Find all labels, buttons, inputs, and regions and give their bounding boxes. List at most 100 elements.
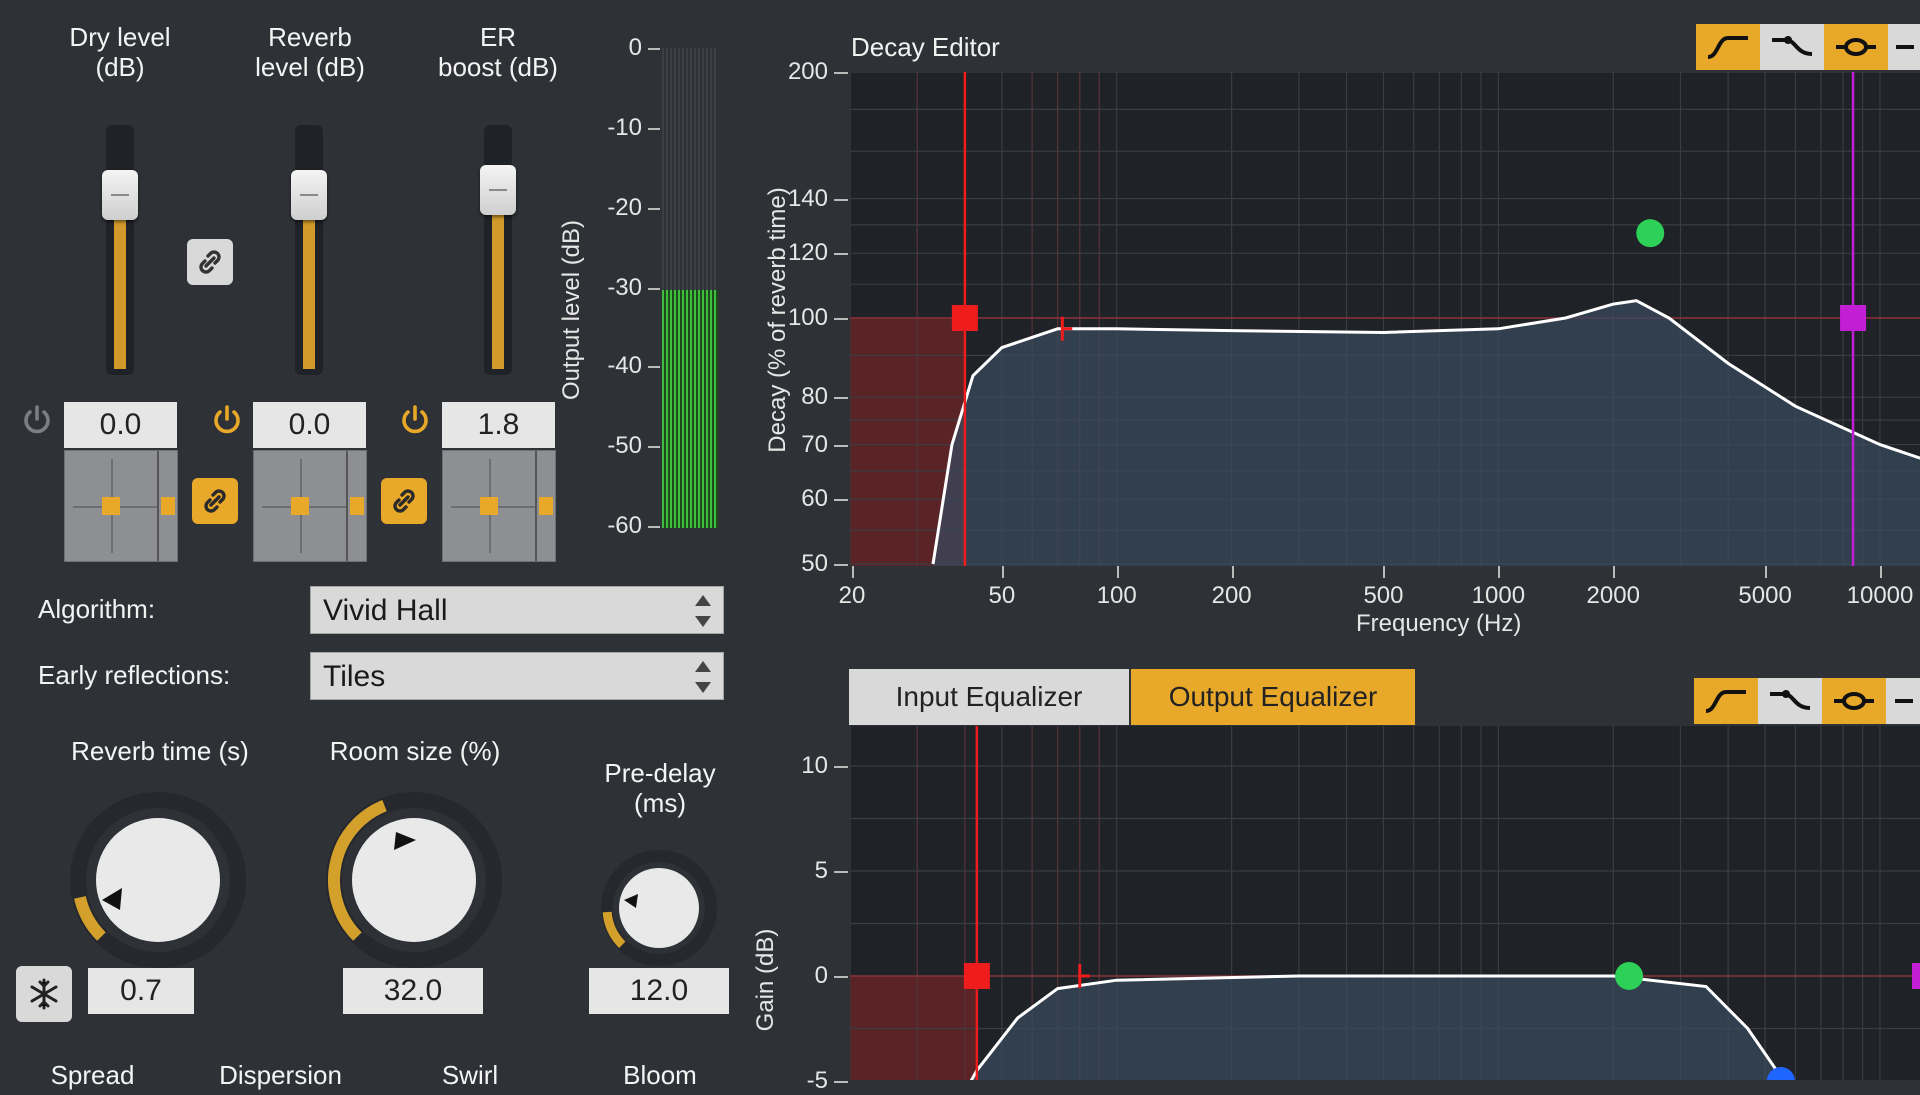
high-shelf-icon [1770, 690, 1811, 710]
select-arrows-icon [693, 595, 713, 627]
er-power-icon[interactable] [398, 403, 432, 437]
eq-ytick-mark [834, 766, 848, 768]
eq-lowcut-handle[interactable] [963, 963, 990, 989]
er-boost-value[interactable]: 1.8 [442, 402, 555, 448]
tab-input-equalizer[interactable]: Input Equalizer [849, 669, 1129, 725]
decay-xtick-mark [1001, 566, 1004, 578]
eq-highcut-handle[interactable] [1912, 963, 1920, 989]
spread-label: Spread [50, 1060, 135, 1090]
axis-tick-label: 60 [801, 485, 828, 513]
pre-delay-value[interactable]: 12.0 [589, 968, 729, 1014]
decay-xtick-mark [1231, 566, 1234, 578]
eq-peak-handle[interactable] [1615, 962, 1644, 990]
peak-icon [1836, 38, 1876, 56]
er-width-handle[interactable] [539, 497, 553, 515]
bloom-label: Bloom [623, 1060, 697, 1090]
reverb-pan-handle[interactable] [291, 497, 309, 515]
er-boost-fader-handle[interactable] [480, 165, 516, 215]
reverb-level-value[interactable]: 0.0 [253, 402, 366, 448]
decay-plot[interactable] [850, 72, 1920, 566]
filter-icon [1895, 699, 1913, 703]
dry-pan-handle[interactable] [102, 497, 120, 515]
high-shelf-icon [1772, 36, 1813, 56]
decay-highcut-handle[interactable] [1840, 305, 1867, 331]
dry-pan-control[interactable] [64, 450, 178, 562]
er-pan-handle[interactable] [480, 497, 498, 515]
decay-ytick-mark [834, 318, 848, 320]
axis-tick-label: -5 [806, 1067, 828, 1094]
low-shelf-button[interactable] [1696, 24, 1760, 70]
axis-tick-label: 5000 [1738, 582, 1792, 609]
eq-ytick-mark [834, 1081, 848, 1083]
eq-high-cut-button[interactable] [1758, 678, 1822, 724]
reverb-power-icon[interactable] [210, 403, 244, 437]
decay-xlabel: Frequency (Hz) [1356, 610, 1522, 637]
reverb-level-fader[interactable] [291, 125, 327, 375]
early-reflections-select[interactable]: Tiles [310, 652, 724, 700]
axis-tick-label: 0 [814, 962, 828, 989]
eq-toolbar [1694, 678, 1920, 724]
axis-tick-label: 100 [787, 304, 828, 331]
decay-toolbar [1696, 24, 1920, 70]
algorithm-select[interactable]: Vivid Hall [310, 586, 724, 634]
decay-peak-handle[interactable] [1636, 219, 1665, 248]
eq-ytick-mark [834, 871, 848, 873]
eq-more-filter-button[interactable] [1886, 678, 1920, 724]
axis-tick-label: -40 [607, 352, 642, 379]
link-icon [204, 489, 226, 513]
reverb-level-fader-handle[interactable] [291, 170, 327, 220]
select-arrows-icon [693, 661, 713, 693]
axis-tick-label: 10000 [1846, 582, 1914, 609]
peak-button[interactable] [1824, 24, 1888, 70]
axis-tick-label: 5 [814, 857, 828, 884]
axis-tick-label: 140 [787, 184, 828, 212]
snowflake-icon [30, 978, 58, 1010]
eq-plot[interactable] [850, 726, 1920, 1080]
dispersion-label: Dispersion [219, 1060, 342, 1090]
algorithm-select-value: Vivid Hall [323, 594, 448, 627]
axis-tick-label: 120 [787, 239, 828, 267]
eq-tabs: Input Equalizer Output Equalizer [849, 669, 1415, 725]
axis-tick-label: -10 [607, 114, 642, 141]
eq-low-shelf-button[interactable] [1694, 678, 1758, 724]
low-shelf-icon [1707, 36, 1748, 59]
reverb-level-title: Reverb level (dB) [255, 22, 365, 82]
er-pan-control[interactable] [442, 450, 556, 562]
link-pan-dry-reverb-button[interactable] [192, 478, 238, 524]
er-boost-title: ER boost (dB) [438, 22, 558, 82]
link-dry-reverb-button[interactable] [187, 239, 233, 285]
dry-level-fader-handle[interactable] [102, 170, 138, 220]
room-size-value[interactable]: 32.0 [343, 968, 483, 1014]
axis-tick-label: 20 [838, 582, 866, 609]
dry-level-fader[interactable] [102, 125, 138, 375]
meter-tick-mark [648, 128, 660, 130]
axis-tick-label: 200 [1211, 582, 1252, 609]
eq-peak-button[interactable] [1822, 678, 1886, 724]
peak-icon [1834, 692, 1874, 710]
decay-ytick-mark [834, 444, 848, 447]
pre-delay-knob[interactable] [594, 846, 724, 976]
link-pan-reverb-er-button[interactable] [381, 478, 427, 524]
room-size-knob[interactable] [316, 784, 516, 984]
high-cut-button[interactable] [1760, 24, 1824, 70]
axis-tick-label: 50 [988, 582, 1016, 609]
dry-level-value[interactable]: 0.0 [64, 402, 177, 448]
dry-width-handle[interactable] [161, 497, 175, 515]
tab-output-equalizer[interactable]: Output Equalizer [1131, 669, 1415, 725]
early-reflections-label: Early reflections: [38, 660, 231, 690]
reverb-time-value[interactable]: 0.7 [88, 968, 194, 1014]
er-boost-fader[interactable] [480, 125, 516, 375]
decay-ytick-mark [834, 198, 848, 201]
more-filter-button[interactable] [1888, 24, 1920, 70]
decay-lowcut-handle[interactable] [951, 305, 978, 331]
reverb-width-handle[interactable] [350, 497, 364, 515]
link-icon [199, 250, 221, 274]
reverb-pan-control[interactable] [253, 450, 367, 562]
dry-power-icon[interactable] [20, 403, 54, 437]
axis-tick-label: 200 [787, 58, 828, 85]
reverb-time-knob[interactable] [60, 784, 260, 984]
axis-tick-label: -20 [607, 194, 642, 221]
meter-tick-mark [648, 446, 660, 448]
freeze-button[interactable] [16, 966, 72, 1022]
decay-ytick-mark [834, 72, 848, 74]
